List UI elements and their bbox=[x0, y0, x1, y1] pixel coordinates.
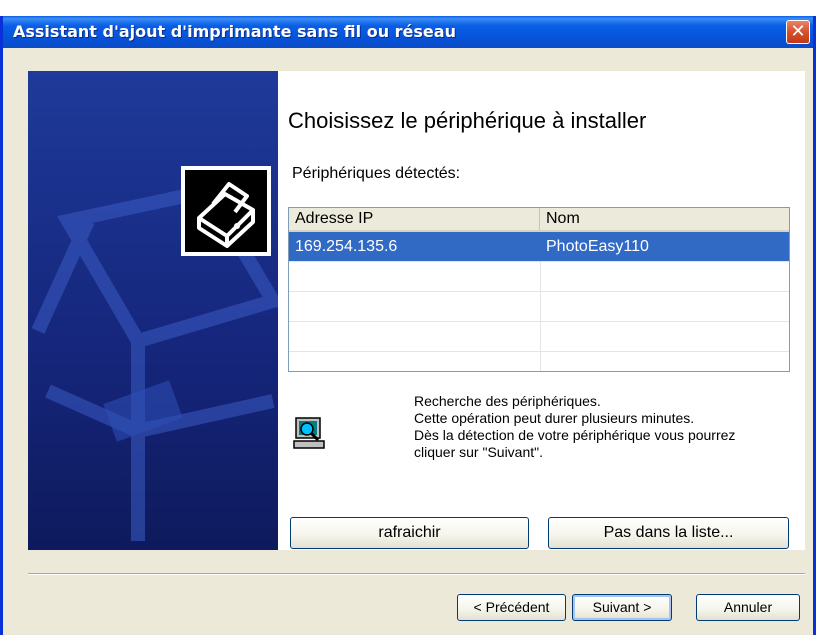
detected-devices-label: Périphériques détectés: bbox=[292, 165, 461, 182]
device-list[interactable]: Adresse IP Nom 169.254.135.6 PhotoEasy11… bbox=[288, 207, 790, 372]
close-icon: ✕ bbox=[790, 21, 806, 42]
printer-watermark-icon bbox=[31, 183, 278, 541]
printer-icon bbox=[197, 182, 255, 248]
status-line: Cette opération peut durer plusieurs min… bbox=[414, 410, 695, 426]
empty-row bbox=[289, 322, 789, 352]
previous-button[interactable]: < Précédent bbox=[457, 594, 566, 621]
window-title: Assistant d'ajout d'imprimante sans fil … bbox=[13, 22, 456, 41]
empty-row bbox=[289, 262, 789, 292]
column-header-ip[interactable]: Adresse IP bbox=[289, 208, 540, 230]
next-button[interactable]: Suivant > bbox=[572, 594, 672, 621]
list-header: Adresse IP Nom bbox=[289, 208, 789, 232]
wizard-side-banner bbox=[28, 71, 278, 550]
printer-logo bbox=[181, 166, 271, 256]
footer-divider bbox=[28, 573, 805, 575]
empty-row bbox=[289, 292, 789, 322]
wizard-content: Choisissez le périphérique à installer P… bbox=[278, 71, 805, 550]
status-line: Dès la détection de votre périphérique v… bbox=[414, 427, 736, 443]
row-ip-cell: 169.254.135.6 bbox=[295, 238, 398, 255]
title-bar[interactable]: Assistant d'ajout d'imprimante sans fil … bbox=[3, 16, 813, 48]
status-line: Recherche des périphériques. bbox=[414, 393, 601, 409]
cancel-button[interactable]: Annuler bbox=[696, 594, 800, 621]
search-status-text: Recherche des périphériques. Cette opéra… bbox=[414, 393, 735, 461]
computer-search-icon bbox=[292, 415, 328, 451]
page-title: Choisissez le périphérique à installer bbox=[288, 108, 647, 133]
status-line: cliquer sur "Suivant". bbox=[414, 444, 543, 460]
refresh-button[interactable]: rafraichir bbox=[290, 517, 529, 549]
close-button[interactable]: ✕ bbox=[786, 20, 810, 44]
not-in-list-button[interactable]: Pas dans la liste... bbox=[548, 517, 789, 549]
wizard-window: Assistant d'ajout d'imprimante sans fil … bbox=[0, 16, 816, 635]
row-name-cell: PhotoEasy110 bbox=[546, 238, 649, 255]
table-row[interactable]: 169.254.135.6 PhotoEasy110 bbox=[289, 232, 789, 262]
column-header-name[interactable]: Nom bbox=[540, 208, 789, 230]
